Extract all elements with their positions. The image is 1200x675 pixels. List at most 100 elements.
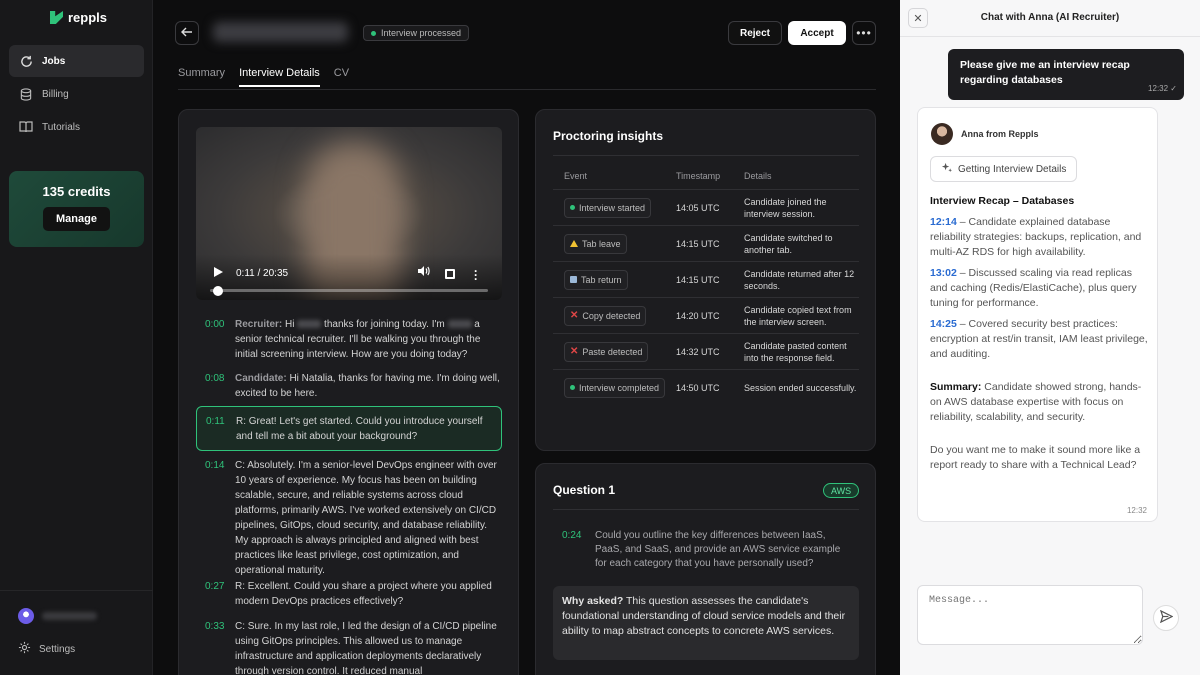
x-icon: ✕ <box>570 309 579 321</box>
timestamp-cell: 14:20 UTC <box>676 297 744 334</box>
speaker-label: Candidate: <box>235 373 287 384</box>
ellipsis-icon: ••• <box>856 26 872 40</box>
send-icon <box>1159 609 1173 626</box>
redacted-candidate-name <box>213 22 348 42</box>
details-cell: Candidate pasted content into the respon… <box>744 333 859 370</box>
recap-text: – Covered security best practices: encry… <box>930 318 1148 360</box>
avatar <box>931 123 953 145</box>
green-dot-icon <box>371 30 376 36</box>
video-scrubber-handle[interactable] <box>212 286 223 296</box>
tab-summary[interactable]: Summary <box>178 67 225 79</box>
event-cell: Tab leave <box>553 225 676 262</box>
video-time: 0:11 / 20:35 <box>236 268 289 279</box>
column-header: Timestamp <box>676 171 744 190</box>
redacted-name <box>297 320 322 329</box>
transcript-text-part: thanks for joining today. I'm <box>324 319 445 330</box>
question-timestamp[interactable]: 0:24 <box>562 529 595 571</box>
reject-button[interactable]: Reject <box>728 21 782 45</box>
details-cell: Candidate returned after 12 seconds. <box>744 261 859 298</box>
followup-text: Do you want me to make it sound more lik… <box>930 444 1141 471</box>
transcript-text: C: Absolutely. I'm a senior-level DevOps… <box>235 460 497 576</box>
message-input[interactable] <box>917 585 1143 645</box>
transcript-timestamp[interactable]: 0:00 <box>196 317 235 362</box>
event-label: Paste detected <box>582 346 643 357</box>
transcript-timestamp[interactable]: 0:08 <box>196 371 235 401</box>
brand-logo[interactable]: reppls <box>50 10 107 25</box>
details-cell: Session ended successfully. <box>744 382 857 393</box>
transcript-timestamp[interactable]: 0:14 <box>196 458 235 578</box>
arrow-left-icon <box>181 26 193 40</box>
video-player[interactable]: 0:11 / 20:35 · · · <box>196 127 502 300</box>
green-dot-icon <box>570 205 575 210</box>
tab-bar: Summary Interview Details CV <box>178 67 349 87</box>
event-label: Copy detected <box>582 310 641 321</box>
tab-interview-details[interactable]: Interview Details <box>239 67 320 87</box>
event-badge: ✕ Paste detected <box>564 341 649 362</box>
recap-timestamp[interactable]: 12:14 <box>930 216 957 228</box>
manage-button[interactable]: Manage <box>43 207 110 231</box>
green-dot-icon <box>570 385 575 391</box>
event-label: Interview completed <box>579 382 660 393</box>
transcript-line[interactable]: 0:14 C: Absolutely. I'm a senior-level D… <box>196 458 502 578</box>
transcript-line[interactable]: 0:00 Recruiter: Hi thanks for joining to… <box>196 317 502 362</box>
ai-message-body: Interview Recap – Databases 12:14 – Cand… <box>930 194 1152 479</box>
tool-status-chip[interactable]: Getting Interview Details <box>930 156 1078 182</box>
sidebar-item-jobs[interactable]: Jobs <box>9 45 144 77</box>
video-menu-icon[interactable]: · · · <box>474 265 478 285</box>
event-badge: ✕ Copy detected <box>564 305 647 326</box>
redacted-name <box>447 320 472 329</box>
user-message-text: Please give me an interview recap regard… <box>960 59 1130 86</box>
sidebar-item-label: Jobs <box>42 55 66 67</box>
chat-divider <box>900 36 1200 37</box>
avatar <box>18 608 34 624</box>
recap-timestamp[interactable]: 14:25 <box>930 318 957 330</box>
play-icon[interactable] <box>214 267 223 277</box>
book-icon <box>19 120 33 134</box>
transcript-line-active[interactable]: 0:11 R: Great! Let's get started. Could … <box>196 406 502 451</box>
question-text-row: 0:24 Could you outline the key differenc… <box>562 529 850 571</box>
sidebar-item-tutorials[interactable]: Tutorials <box>9 111 144 143</box>
fullscreen-icon[interactable] <box>445 269 455 279</box>
transcript-greeting: Hi <box>285 319 295 330</box>
user-profile[interactable] <box>18 608 97 624</box>
back-button[interactable] <box>175 21 199 45</box>
event-cell: Tab return <box>553 261 676 298</box>
brand-name: reppls <box>68 10 108 25</box>
reppls-logo-icon <box>50 11 63 24</box>
recap-timestamp[interactable]: 13:02 <box>930 267 957 279</box>
transcript-line[interactable]: 0:27 R: Excellent. Could you share a pro… <box>196 579 502 609</box>
why-asked-box: Why asked? This question assesses the ca… <box>553 586 859 660</box>
timestamp-cell: 14:15 UTC <box>676 225 744 262</box>
event-cell: Interview completed <box>553 370 676 406</box>
video-progress-track[interactable] <box>210 289 488 292</box>
transcript-timestamp[interactable]: 0:33 <box>196 619 235 675</box>
transcript-timestamp[interactable]: 0:11 <box>197 414 236 443</box>
recap-title: Interview Recap – Databases <box>930 195 1075 207</box>
summary-label: Summary: <box>930 381 982 393</box>
accept-button[interactable]: Accept <box>788 21 846 45</box>
tab-cv[interactable]: CV <box>334 67 349 79</box>
sidebar-item-billing[interactable]: Billing <box>9 78 144 110</box>
table-row: Interview started 14:05 UTC Candidate jo… <box>553 189 859 226</box>
credits-card: 135 credits Manage <box>9 171 144 247</box>
transcript-timestamp[interactable]: 0:27 <box>196 579 235 609</box>
event-badge: Interview started <box>564 197 652 218</box>
table-row: Tab return 14:15 UTC Candidate returned … <box>553 261 859 298</box>
message-time: 12:32 ✓ <box>1148 84 1177 93</box>
volume-icon[interactable] <box>417 265 430 280</box>
event-label: Tab leave <box>582 238 621 249</box>
redacted-user-name <box>42 612 97 620</box>
send-button[interactable] <box>1153 605 1179 631</box>
question-panel: Question 1 AWS 0:24 Could you outline th… <box>535 463 876 675</box>
more-options-button[interactable]: ••• <box>852 21 876 45</box>
sidebar-item-settings[interactable]: Settings <box>18 641 75 657</box>
proctoring-panel: Proctoring insights Event Timestamp Deta… <box>535 109 876 451</box>
timestamp-cell: 14:32 UTC <box>676 333 744 370</box>
details-cell: Candidate joined the interview session. <box>744 189 859 226</box>
transcript-line[interactable]: 0:33 C: Sure. In my last role, I led the… <box>196 619 502 675</box>
event-badge: Tab return <box>564 269 628 290</box>
transcript-text: R: Great! Let's get started. Could you i… <box>236 416 483 442</box>
interview-video-panel: 0:11 / 20:35 · · · 0:00 Recruiter: Hi than… <box>178 109 519 675</box>
user-message: Please give me an interview recap regard… <box>948 49 1184 100</box>
transcript-line[interactable]: 0:08 Candidate: Hi Natalia, thanks for h… <box>196 371 502 401</box>
